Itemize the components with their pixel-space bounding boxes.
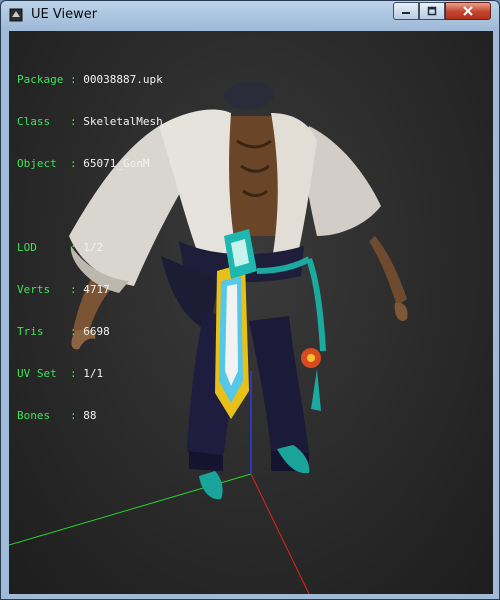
info-value: 00038887.upk xyxy=(83,73,163,86)
stat-label: Bones : xyxy=(17,409,84,422)
stat-value: 1/1 xyxy=(83,367,104,380)
stat-label: UV Set : xyxy=(17,367,84,380)
stat-label: Verts : xyxy=(17,283,84,296)
stat-label: LOD : xyxy=(17,241,84,254)
info-row: Package : 00038887.upk xyxy=(17,73,163,87)
close-icon xyxy=(463,6,473,16)
info-row: Class : SkeletalMesh xyxy=(17,115,163,129)
minimize-button[interactable] xyxy=(393,2,419,20)
info-overlay: Package : 00038887.upk Class : SkeletalM… xyxy=(17,45,163,451)
app-icon xyxy=(9,8,23,22)
axis-line-x xyxy=(250,473,310,594)
info-label: Package : xyxy=(17,73,84,86)
app-window: UE Viewer Package: 00038887.upk Class:… xyxy=(0,0,500,600)
minimize-icon xyxy=(402,12,410,14)
window-title: UE Viewer xyxy=(31,7,98,22)
stat-value: 1/2 xyxy=(83,241,104,254)
stat-row: UV Set : 1/1 xyxy=(17,367,163,381)
maximize-icon xyxy=(427,6,437,16)
info-row: Object : 65071_GonM xyxy=(17,157,163,171)
stat-value: 4717 xyxy=(83,283,110,296)
stat-value: 6698 xyxy=(83,325,110,338)
info-value: SkeletalMesh xyxy=(83,115,163,128)
stat-row: LOD : 1/2 xyxy=(17,241,163,255)
viewport[interactable]: Package : 00038887.upk Class : SkeletalM… xyxy=(9,31,493,594)
close-button[interactable] xyxy=(445,2,491,20)
info-label: Object : xyxy=(17,157,84,170)
info-value: 65071_GonM xyxy=(83,157,150,170)
title-bar[interactable]: UE Viewer xyxy=(1,1,499,30)
stat-label: Tris : xyxy=(17,325,84,338)
info-label: Class : xyxy=(17,115,84,128)
stat-row: Bones : 88 xyxy=(17,409,163,423)
stat-value: 88 xyxy=(83,409,97,422)
maximize-button[interactable] xyxy=(419,2,445,20)
stat-row: Verts : 4717 xyxy=(17,283,163,297)
stat-row: Tris : 6698 xyxy=(17,325,163,339)
